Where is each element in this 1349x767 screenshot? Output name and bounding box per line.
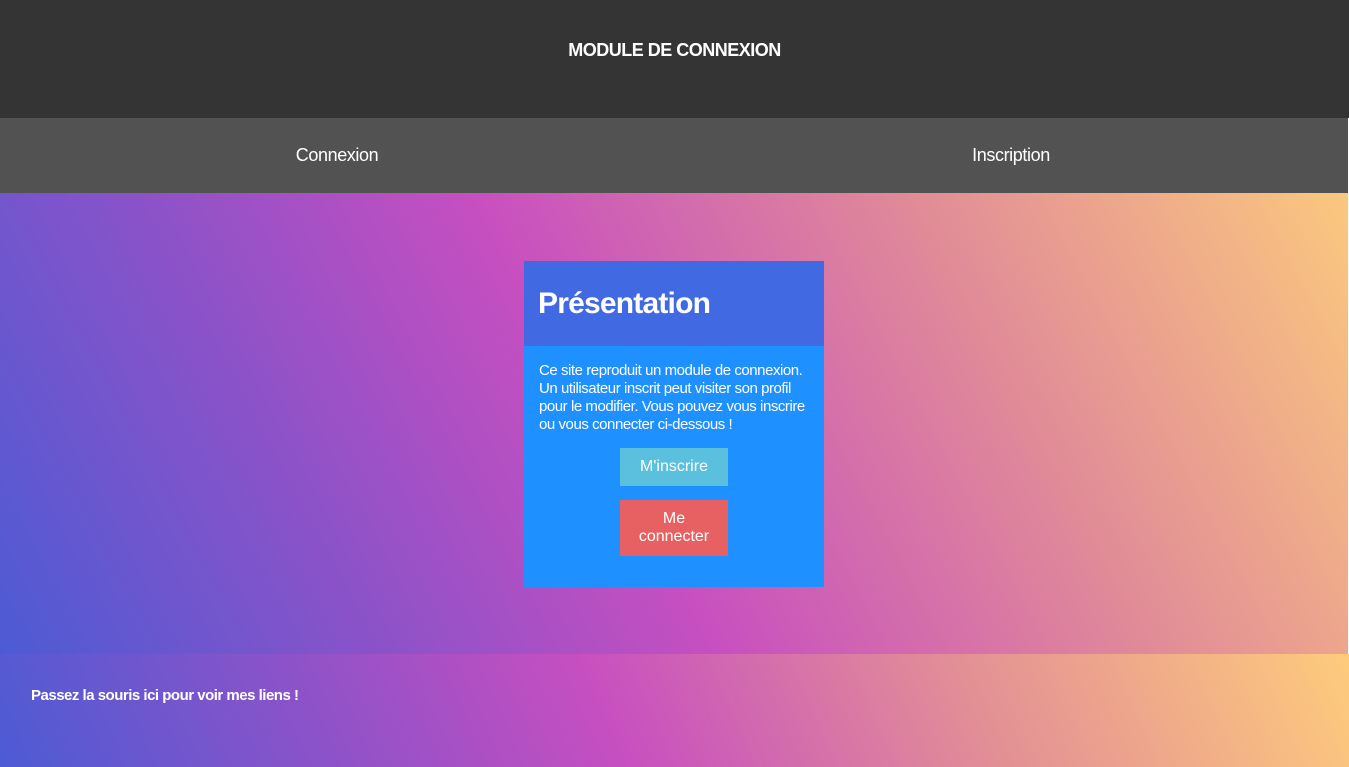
login-button[interactable]: Me connecter bbox=[620, 500, 728, 556]
site-header: MODULE DE CONNEXION bbox=[0, 0, 1349, 118]
nav-link-inscription[interactable]: Inscription bbox=[674, 118, 1348, 193]
page: MODULE DE CONNEXION Connexion Inscriptio… bbox=[0, 0, 1349, 767]
nav-link-connexion[interactable]: Connexion bbox=[0, 118, 674, 193]
site-footer[interactable]: Passez la souris ici pour voir mes liens… bbox=[0, 654, 1349, 767]
presentation-card: Présentation Ce site reproduit un module… bbox=[524, 261, 824, 587]
card-title: Présentation bbox=[538, 286, 711, 320]
card-body: Ce site reproduit un module de connexion… bbox=[524, 346, 824, 556]
footer-hover-hint: Passez la souris ici pour voir mes liens… bbox=[31, 687, 299, 704]
card-header: Présentation bbox=[524, 261, 824, 346]
card-description: Ce site reproduit un module de connexion… bbox=[539, 362, 805, 433]
site-title: MODULE DE CONNEXION bbox=[568, 40, 781, 60]
signup-button[interactable]: M'inscrire bbox=[620, 448, 728, 486]
main-nav: Connexion Inscription bbox=[0, 118, 1348, 193]
